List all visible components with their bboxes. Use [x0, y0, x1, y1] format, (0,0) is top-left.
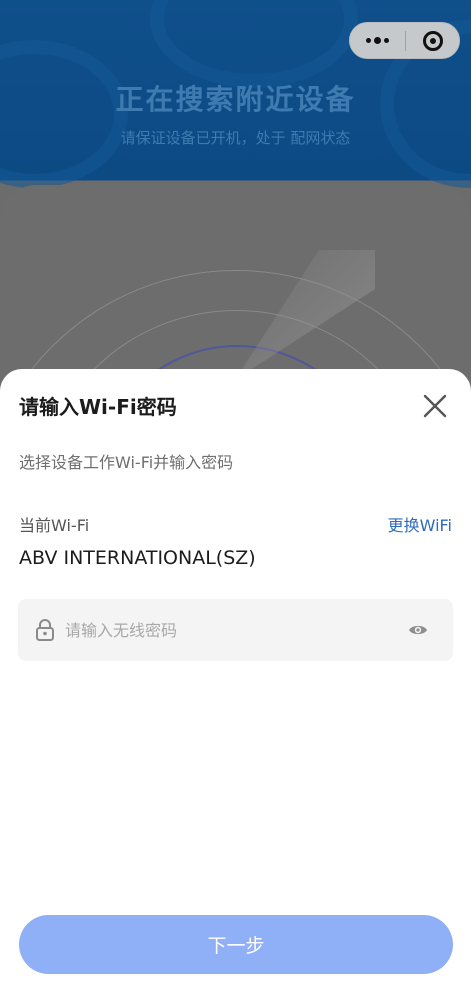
target-dot — [429, 37, 436, 44]
eye-icon[interactable] — [408, 621, 428, 639]
decor-cloud — [150, 0, 358, 88]
password-field[interactable] — [18, 599, 453, 661]
next-step-button[interactable]: 下一步 — [19, 915, 453, 974]
close-x-icon[interactable] — [418, 389, 452, 423]
more-dots-icon[interactable] — [350, 22, 405, 59]
search-subtitle: 请保证设备已开机，处于 配网状态 — [120, 129, 351, 147]
sheet-title: 请输入Wi-Fi密码 — [19, 395, 177, 419]
dot — [366, 38, 371, 43]
password-input[interactable] — [65, 599, 395, 661]
target-circle-icon[interactable] — [406, 22, 459, 59]
lock-icon — [36, 619, 54, 641]
sheet-description: 选择设备工作Wi-Fi并输入密码 — [19, 453, 234, 472]
search-title: 正在搜索附近设备 — [115, 83, 356, 116]
current-ssid: ABV INTERNATIONAL(SZ) — [19, 547, 256, 569]
dot — [374, 37, 381, 44]
wifi-password-sheet: 请输入Wi-Fi密码 选择设备工作Wi-Fi并输入密码 当前Wi-Fi 更换Wi… — [0, 369, 471, 991]
dot — [384, 38, 389, 43]
change-wifi-link[interactable]: 更换WiFi — [388, 512, 452, 536]
current-wifi-label: 当前Wi-Fi — [19, 516, 90, 535]
target-ring — [422, 30, 443, 51]
capsule-menu — [349, 22, 460, 59]
